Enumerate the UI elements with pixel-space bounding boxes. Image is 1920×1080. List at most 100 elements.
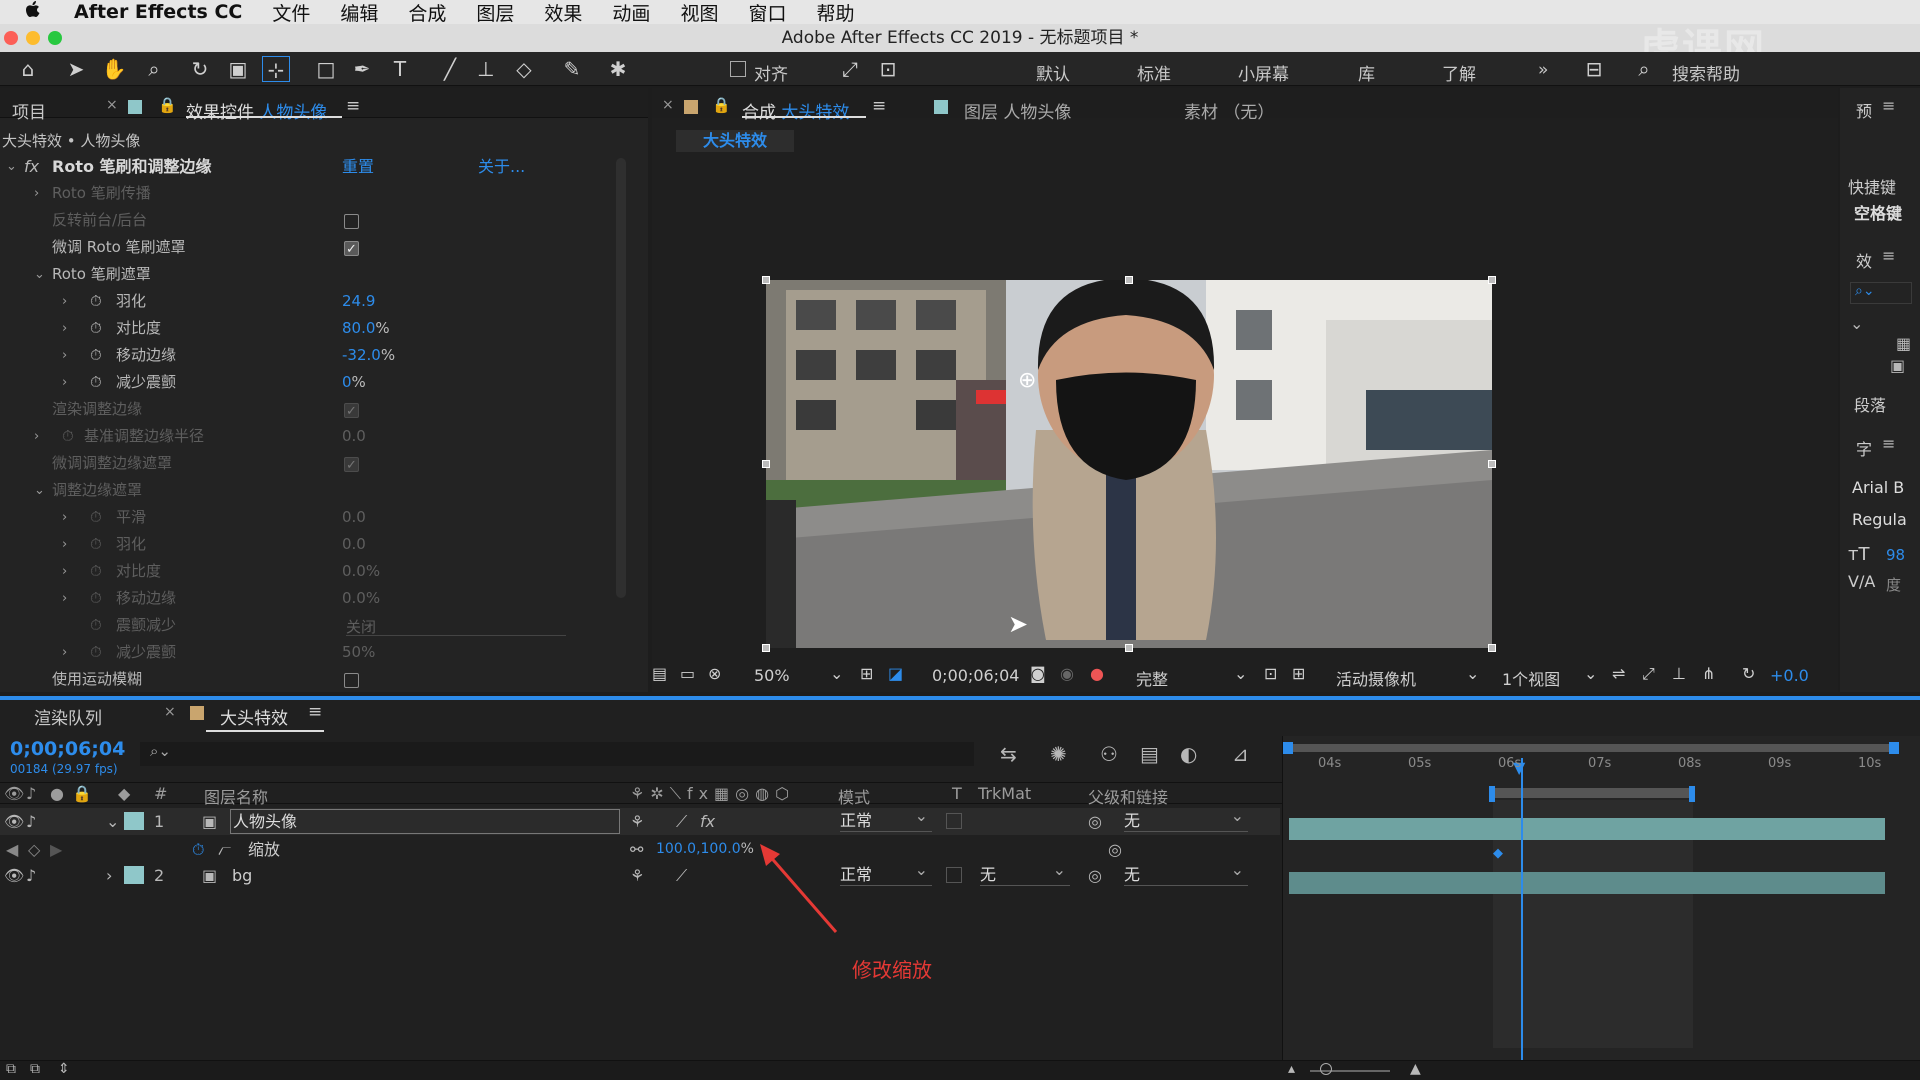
audio-icon[interactable]: ♪: [26, 862, 36, 889]
layer-row[interactable]: 👁 ♪ ⌄ 1 ▣ 人物头像 ⚘ ⟋ fx 正常 ◎ 无: [0, 805, 1280, 835]
shy-layers-icon[interactable]: ⚇: [1100, 742, 1118, 766]
stopwatch-icon[interactable]: ⏱: [90, 531, 102, 558]
invert-checkbox[interactable]: [344, 214, 359, 229]
snap-icon[interactable]: ⤢: [836, 56, 864, 82]
solo-header-icon[interactable]: ●: [50, 784, 64, 803]
zoom-dropdown[interactable]: 50%: [754, 666, 790, 685]
property-value[interactable]: 24.9: [342, 288, 375, 315]
chevron-down-icon[interactable]: ⌄: [1234, 664, 1247, 683]
lock-header-icon[interactable]: 🔒: [72, 784, 92, 803]
property-row[interactable]: › ⏱ 羽化 24.9: [0, 288, 610, 315]
panel-menu-icon[interactable]: ≡: [872, 96, 886, 116]
property-value[interactable]: 0.0: [342, 531, 366, 558]
snapshot-icon[interactable]: ◙: [1030, 664, 1046, 683]
flowchart-icon[interactable]: ⋔: [1702, 664, 1715, 683]
about-link[interactable]: 关于...: [478, 154, 525, 180]
property-row[interactable]: › ⏱ 减少震颤 0%: [0, 369, 610, 396]
chevron-down-icon[interactable]: ⌄: [106, 808, 119, 835]
transform-handle[interactable]: [1488, 644, 1496, 652]
fx-icon[interactable]: fx: [24, 154, 39, 180]
tab-footage[interactable]: 素材 （无）: [1184, 98, 1274, 123]
menu-help[interactable]: 帮助: [816, 0, 854, 26]
transform-handle[interactable]: [1488, 460, 1496, 468]
property-row[interactable]: › ⏱ 移动边缘 0.0%: [0, 585, 610, 612]
frame-blending-icon[interactable]: ▤: [1140, 742, 1159, 766]
monitor-icon[interactable]: ▭: [680, 664, 695, 683]
tab-composition[interactable]: 合成 大头特效: [742, 98, 849, 123]
quality-dropdown[interactable]: 完整: [1136, 666, 1168, 690]
chevron-down-icon[interactable]: ⌄: [1466, 664, 1479, 683]
close-tab-icon[interactable]: ×: [662, 97, 674, 113]
property-row[interactable]: ⌄ 调整边缘遮罩: [0, 477, 610, 504]
layer-bar[interactable]: [1289, 872, 1885, 894]
reset-link[interactable]: 重置: [342, 154, 374, 180]
work-area-start[interactable]: [1489, 786, 1495, 802]
property-row[interactable]: › ⏱ 对比度 80.0%: [0, 315, 610, 342]
workspace-default[interactable]: 默认: [1036, 60, 1070, 85]
workspace-libraries[interactable]: 库: [1358, 60, 1375, 85]
expression-pickwhip-icon[interactable]: ◎: [1108, 836, 1122, 863]
effect-header[interactable]: ⌄ fx Roto 笔刷和调整边缘 重置 关于...: [0, 154, 610, 180]
reset-exposure-icon[interactable]: ↻: [1742, 664, 1755, 683]
mode-header[interactable]: 模式: [838, 784, 870, 808]
transform-handle[interactable]: [762, 460, 770, 468]
pen-tool-icon[interactable]: ✒: [348, 56, 376, 82]
layer-row[interactable]: 👁 ♪ › 2 ▣ bg ⚘ ⟋ 正常 无 ◎ 无: [0, 859, 1280, 889]
transform-handle[interactable]: [762, 644, 770, 652]
property-row[interactable]: › ⏱ 移动边缘 -32.0%: [0, 342, 610, 369]
zoom-slider-thumb[interactable]: [1320, 1063, 1332, 1075]
shy-switch-icon[interactable]: ⚘: [630, 862, 644, 889]
panel-menu-icon[interactable]: ≡: [1882, 246, 1895, 265]
stopwatch-icon[interactable]: ⏱: [62, 423, 74, 450]
parent-dropdown[interactable]: 无: [1124, 805, 1248, 832]
property-row[interactable]: › ⏱ 羽化 0.0: [0, 531, 610, 558]
keyframe-icon[interactable]: ◆: [1493, 846, 1503, 861]
stopwatch-icon[interactable]: ⏱: [192, 836, 204, 863]
blend-mode-dropdown[interactable]: 正常: [840, 805, 932, 832]
timeline-search-input[interactable]: ⌕⌄: [140, 742, 974, 766]
stopwatch-icon[interactable]: ⏱: [90, 288, 102, 315]
rectangle-tool-icon[interactable]: □: [312, 56, 340, 82]
home-icon[interactable]: ⌂: [14, 56, 42, 82]
tab-layer[interactable]: 图层 人物头像: [964, 98, 1071, 123]
region-of-interest-icon[interactable]: ⊡: [1264, 664, 1277, 683]
layer-label-color[interactable]: [124, 866, 144, 884]
visibility-eye-icon[interactable]: 👁: [4, 862, 24, 889]
selection-tool-icon[interactable]: ➤: [62, 56, 90, 82]
kerning-value[interactable]: 度: [1886, 574, 1901, 595]
font-family-dropdown[interactable]: Arial B: [1852, 478, 1904, 497]
quality-switch-icon[interactable]: ⟋: [676, 862, 687, 889]
layer-label-color[interactable]: [124, 812, 144, 830]
pickwhip-icon[interactable]: ◎: [1088, 808, 1102, 835]
transform-handle[interactable]: [1125, 644, 1133, 652]
layer-switches-toggle-icon[interactable]: ⧉: [6, 1061, 16, 1077]
workspace-menu-icon[interactable]: ⊟: [1580, 56, 1608, 82]
tab-render-queue[interactable]: 渲染队列: [34, 704, 102, 729]
parent-header[interactable]: 父级和链接: [1088, 784, 1168, 808]
eye-header-icon[interactable]: 👁: [4, 784, 24, 803]
mask-visibility-icon[interactable]: ⊗: [708, 664, 721, 683]
chevron-down-icon[interactable]: ⌄: [1584, 664, 1597, 683]
zoom-tool-icon[interactable]: ⌕: [140, 56, 168, 82]
show-snapshot-icon[interactable]: ◉: [1060, 664, 1074, 683]
minimize-window-button[interactable]: [26, 31, 40, 45]
exposure-value[interactable]: +0.0: [1770, 666, 1809, 685]
property-value[interactable]: 0%: [342, 369, 366, 396]
spacebar-label[interactable]: 空格键: [1854, 200, 1902, 224]
number-header[interactable]: #: [154, 784, 167, 803]
layer-bar[interactable]: [1289, 818, 1885, 840]
comp-mini-flowchart-icon[interactable]: ⇆: [1000, 742, 1017, 766]
composition-canvas[interactable]: ⊕: [766, 280, 1492, 648]
refine-edge-checkbox[interactable]: [344, 452, 359, 479]
layer-name-header[interactable]: 图层名称: [204, 784, 268, 808]
lock-icon[interactable]: 🔒: [712, 96, 731, 114]
camera-dropdown[interactable]: 活动摄像机: [1336, 666, 1416, 690]
workspace-learn[interactable]: 了解: [1442, 60, 1476, 85]
fx-switch-icon[interactable]: fx: [700, 808, 715, 835]
render-refine-checkbox[interactable]: [344, 398, 359, 425]
apple-icon[interactable]: [24, 0, 46, 25]
menu-composition[interactable]: 合成: [408, 0, 446, 26]
text-tool-icon[interactable]: T: [386, 56, 414, 82]
preview-panel-tab[interactable]: 预: [1856, 98, 1872, 122]
layer-name[interactable]: 人物头像: [230, 809, 620, 834]
